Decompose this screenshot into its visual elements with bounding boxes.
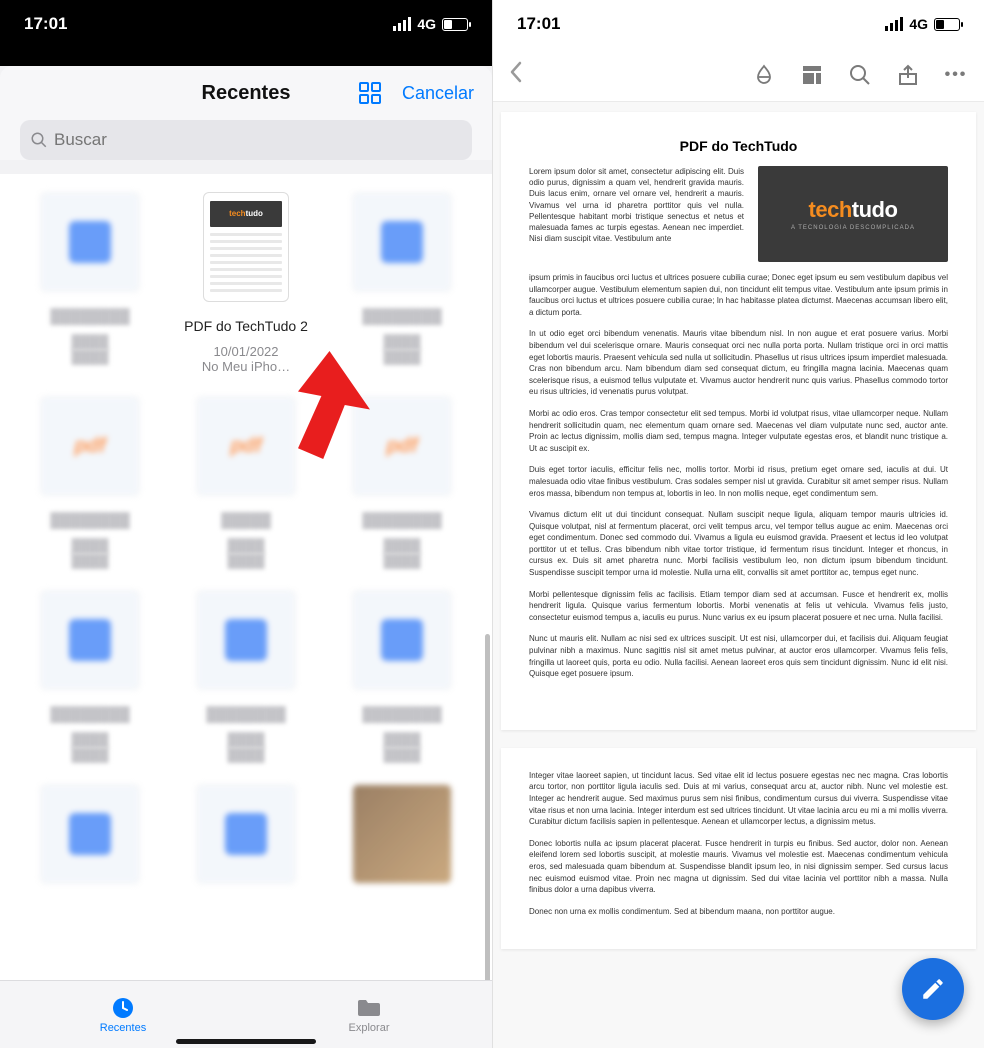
back-button[interactable]: [509, 61, 523, 89]
status-indicators: 4G: [393, 16, 468, 32]
clock-icon: [109, 996, 137, 1020]
search-input[interactable]: [54, 130, 462, 150]
file-item[interactable]: pdf ████████████████: [20, 396, 160, 568]
status-time: 17:01: [24, 14, 67, 34]
doc-paragraph: Morbi pellentesque dignissim felis ac fa…: [529, 589, 948, 624]
home-indicator[interactable]: [176, 1039, 316, 1044]
doc-paragraph: Donec lobortis nulla ac ipsum placerat p…: [529, 838, 948, 896]
scroll-indicator[interactable]: [485, 634, 490, 980]
pdf-viewport[interactable]: PDF do TechTudo Lorem ipsum dolor sit am…: [493, 102, 984, 1048]
doc-paragraph: Integer vitae laoreet sapien, ut tincidu…: [529, 770, 948, 828]
search-field[interactable]: [20, 120, 472, 160]
more-icon[interactable]: •••: [944, 63, 968, 87]
doc-paragraph: Donec non urna ex mollis condimentum. Se…: [529, 906, 948, 918]
nav-bar: Recentes Cancelar: [0, 66, 492, 120]
status-indicators: 4G: [885, 16, 960, 32]
pdf-page-2: Integer vitae laoreet sapien, ut tincidu…: [501, 748, 976, 950]
tab-recents[interactable]: Recentes: [0, 981, 246, 1048]
techtudo-banner: techtudo A TECNOLOGIA DESCOMPLICADA: [758, 166, 948, 262]
share-icon[interactable]: [896, 63, 920, 87]
view-grid-icon[interactable]: [358, 81, 382, 105]
file-item-selected[interactable]: techtudo PDF do TechTudo 2 10/01/2022 No…: [176, 192, 316, 374]
status-bar-right: 17:01 4G: [493, 0, 984, 48]
doc-paragraph: Lorem ipsum dolor sit amet, consectetur …: [529, 166, 744, 262]
doc-paragraph: ipsum primis in faucibus orci luctus et …: [529, 272, 948, 318]
tab-browse[interactable]: Explorar: [246, 981, 492, 1048]
nav-title: Recentes: [202, 82, 291, 105]
file-item[interactable]: ████████████████: [20, 590, 160, 762]
file-item[interactable]: ████████████████: [332, 192, 472, 374]
doc-paragraph: Nunc ut mauris elit. Nullam ac nisi sed …: [529, 633, 948, 679]
file-item[interactable]: ████████████████: [176, 590, 316, 762]
doc-paragraph: Duis eget tortor iaculis, efficitur feli…: [529, 464, 948, 499]
status-network: 4G: [909, 16, 928, 32]
file-thumbnail: techtudo: [203, 192, 289, 302]
edit-fab[interactable]: [902, 958, 964, 1020]
file-item[interactable]: ████████████████: [20, 192, 160, 374]
doc-paragraph: Morbi ac odio eros. Cras tempor consecte…: [529, 408, 948, 454]
doc-paragraph: In ut odio eget orci bibendum venenatis.…: [529, 328, 948, 398]
doc-paragraph: Vivamus dictum elit ut dui tincidunt con…: [529, 509, 948, 579]
layout-icon[interactable]: [800, 63, 824, 87]
file-item[interactable]: pdf ████████████████: [332, 396, 472, 568]
file-name: PDF do TechTudo 2: [176, 310, 316, 344]
pdf-page-1: PDF do TechTudo Lorem ipsum dolor sit am…: [501, 112, 976, 730]
status-network: 4G: [417, 16, 436, 32]
battery-icon: [934, 18, 960, 31]
files-grid: ████████████████ techtudo PDF do TechTud…: [0, 174, 492, 892]
file-date: 10/01/2022: [176, 344, 316, 359]
folder-icon: [355, 996, 383, 1020]
pencil-icon: [920, 976, 946, 1002]
status-bar-left: 17:01 4G: [0, 0, 492, 48]
file-location: No Meu iPho…: [176, 359, 316, 374]
pdf-toolbar: •••: [493, 48, 984, 102]
tab-label: Explorar: [349, 1022, 390, 1034]
battery-icon: [442, 18, 468, 31]
cancel-button[interactable]: Cancelar: [402, 83, 474, 104]
file-item[interactable]: pdf █████████████: [176, 396, 316, 568]
status-time: 17:01: [517, 14, 560, 34]
file-item[interactable]: [20, 784, 160, 892]
tab-bar: Recentes Explorar: [0, 980, 492, 1048]
search-icon[interactable]: [848, 63, 872, 87]
file-item[interactable]: [332, 784, 472, 892]
doc-title: PDF do TechTudo: [529, 138, 948, 154]
file-item[interactable]: [176, 784, 316, 892]
tab-label: Recentes: [100, 1022, 146, 1034]
search-icon: [30, 131, 48, 149]
file-item[interactable]: ████████████████: [332, 590, 472, 762]
ink-icon[interactable]: [752, 63, 776, 87]
